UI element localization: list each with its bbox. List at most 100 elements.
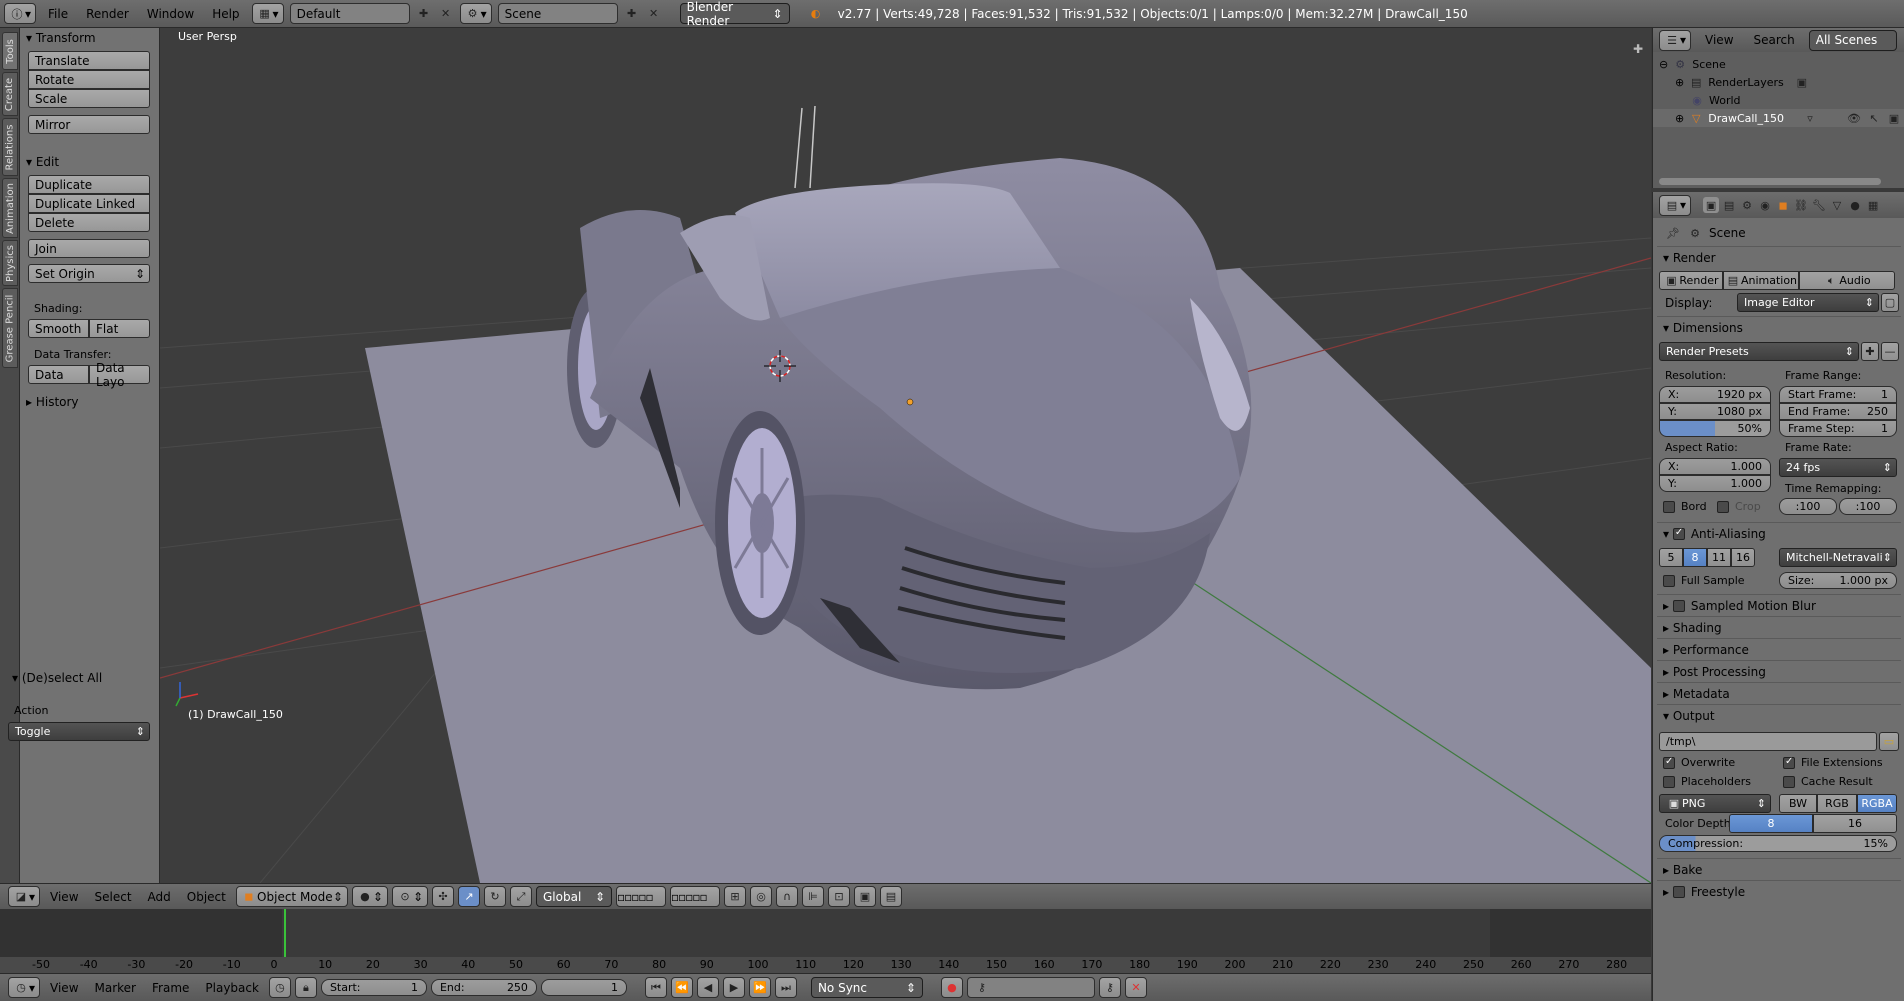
compression-slider[interactable]: Compression: 15% <box>1659 835 1897 852</box>
snap-element-select[interactable]: ⊫ <box>802 886 824 907</box>
add-scene-icon[interactable]: ✚ <box>624 6 640 22</box>
menu-marker[interactable]: Marker <box>89 981 142 995</box>
aa-samples-8[interactable]: 8 <box>1683 548 1707 567</box>
translate-manipulator-button[interactable]: ↗ <box>458 886 480 907</box>
outliner-item-drawcall[interactable]: ⊕ ▽ DrawCall_150 ▿ 👁︎ ↖ ▣ <box>1653 109 1904 127</box>
world-tab-icon[interactable]: ◉ <box>1757 197 1773 213</box>
output-path-field[interactable]: /tmp\ <box>1659 732 1877 751</box>
lock-frame-range-toggle[interactable]: 🔒︎ <box>294 977 317 998</box>
remove-layout-icon[interactable]: ✕ <box>438 6 454 22</box>
mode-select[interactable]: ◼ Object Mode ⇕ <box>235 886 348 907</box>
material-tab-icon[interactable]: ● <box>1847 197 1863 213</box>
panel-header-output[interactable]: ▾ Output <box>1657 704 1901 726</box>
full-sample-checkbox[interactable]: Full Sample <box>1663 574 1745 587</box>
texture-tab-icon[interactable]: ▦ <box>1865 197 1881 213</box>
layers-row-2[interactable]: ▫▫▫▫▫ <box>670 886 720 907</box>
current-frame-field[interactable]: 1 <box>540 979 627 996</box>
duplicate-linked-button[interactable]: Duplicate Linked <box>28 194 150 213</box>
auto-keying-toggle[interactable]: ● <box>940 977 963 998</box>
mirror-button[interactable]: Mirror <box>28 115 150 134</box>
timeline-editor-type-button[interactable]: ◷ ▾ <box>8 977 41 998</box>
sync-mode-select[interactable]: No Sync ⇕ <box>810 977 923 998</box>
translate-button[interactable]: Translate <box>28 51 150 70</box>
checkbox-icon[interactable] <box>1672 599 1685 612</box>
add-layout-icon[interactable]: ✚ <box>416 6 432 22</box>
menu-window[interactable]: Window <box>141 7 200 21</box>
aa-samples-5[interactable]: 5 <box>1659 548 1683 567</box>
rotate-manipulator-button[interactable]: ↻ <box>484 886 506 907</box>
panel-header-anti-aliasing[interactable]: ▾ Anti-Aliasing <box>1657 522 1901 544</box>
menu-add[interactable]: Add <box>142 890 177 904</box>
scene-tab-icon[interactable]: ⚙ <box>1739 197 1755 213</box>
menu-file[interactable]: File <box>42 7 74 21</box>
aa-size-field[interactable]: Size: 1.000 px <box>1779 572 1897 589</box>
delete-keyframe-button[interactable]: ✕ <box>1124 977 1147 998</box>
placeholders-checkbox[interactable]: Placeholders <box>1663 775 1751 788</box>
menu-view[interactable]: View <box>1699 33 1739 47</box>
layer-lock-button[interactable]: ⊞ <box>724 886 746 907</box>
tab-create[interactable]: Create <box>2 72 18 116</box>
duplicate-button[interactable]: Duplicate <box>28 175 150 194</box>
join-button[interactable]: Join <box>28 239 150 258</box>
keying-set-field[interactable]: ⚷ <box>966 977 1095 998</box>
frame-rate-select[interactable]: 24 fps ⇕ <box>1779 458 1897 477</box>
set-origin-button[interactable]: Set Origin ⇕ <box>28 264 150 283</box>
render-window-button[interactable]: ▢ <box>1881 293 1899 312</box>
tab-animation[interactable]: Animation <box>2 178 18 238</box>
menu-playback[interactable]: Playback <box>199 981 265 995</box>
menu-object[interactable]: Object <box>181 890 232 904</box>
aa-filter-select[interactable]: Mitchell-Netravali ⇕ <box>1779 548 1897 567</box>
animation-button[interactable]: ▤ Animation <box>1723 271 1799 290</box>
tab-grease-pencil[interactable]: Grease Pencil <box>2 288 18 368</box>
end-frame-field[interactable]: End Frame: 250 <box>1779 403 1897 420</box>
scene-selector-button[interactable]: ⚙ ▾ <box>459 3 492 24</box>
panel-header-post-processing[interactable]: ▸ Post Processing <box>1657 660 1901 682</box>
render-opengl-button[interactable]: ▣ <box>854 886 876 907</box>
resolution-y-field[interactable]: Y: 1080 px <box>1659 403 1771 420</box>
layers-row-1[interactable]: ▫▫▫▫▫ <box>616 886 666 907</box>
aa-samples-11[interactable]: 11 <box>1707 548 1731 567</box>
snap-toggle-button[interactable]: ∩ <box>776 886 798 907</box>
audio-button[interactable]: 🔈︎ Audio <box>1799 271 1895 290</box>
layout-name-field[interactable]: Default <box>289 3 410 24</box>
jump-start-button[interactable]: ⏮ <box>644 977 667 998</box>
jump-end-button[interactable]: ⏭ <box>774 977 797 998</box>
proportional-edit-button[interactable]: ◎ <box>750 886 772 907</box>
checkbox-icon[interactable] <box>1672 885 1685 898</box>
checkbox-icon[interactable] <box>1672 527 1685 540</box>
selectability-cursor-icon[interactable]: ↖ <box>1866 110 1882 126</box>
frame-step-field[interactable]: Frame Step: 1 <box>1779 420 1897 437</box>
panel-header-sampled-motion-blur[interactable]: ▸ Sampled Motion Blur <box>1657 594 1901 616</box>
panel-header-performance[interactable]: ▸ Performance <box>1657 638 1901 660</box>
color-depth-8[interactable]: 8 <box>1729 814 1813 833</box>
tab-physics[interactable]: Physics <box>2 240 18 286</box>
tab-tools[interactable]: Tools <box>2 32 18 70</box>
insert-keyframe-button[interactable]: ⚷ <box>1098 977 1121 998</box>
crop-checkbox[interactable]: Crop <box>1717 500 1761 513</box>
display-select[interactable]: Image Editor ⇕ <box>1737 293 1879 312</box>
outliner-item-renderlayers[interactable]: ⊕ ▤ RenderLayers ▣ <box>1675 74 1810 90</box>
pin-icon[interactable]: 📌︎ <box>1665 225 1681 241</box>
flat-button[interactable]: Flat <box>89 319 150 338</box>
layout-selector-button[interactable]: ▦ ▾ <box>251 3 284 24</box>
panel-header-edit[interactable]: ▾ Edit <box>26 155 59 169</box>
data-transfer-button[interactable]: Data <box>28 365 89 384</box>
cache-result-checkbox[interactable]: Cache Result <box>1783 775 1873 788</box>
jump-keyframe-forward-button[interactable]: ⏩ <box>748 977 771 998</box>
menu-view[interactable]: View <box>44 890 84 904</box>
preview-range-toggle[interactable]: ◷ <box>268 977 291 998</box>
color-mode-bw[interactable]: BW <box>1779 794 1817 813</box>
play-button[interactable]: ▶ <box>722 977 745 998</box>
render-presets-select[interactable]: Render Presets ⇕ <box>1659 342 1859 361</box>
menu-search[interactable]: Search <box>1748 33 1801 47</box>
viewport-editor-type-button[interactable]: ◪ ▾ <box>8 886 41 907</box>
time-remap-new-field[interactable]: :100 <box>1839 498 1897 515</box>
panel-header-dimensions[interactable]: ▾ Dimensions <box>1657 316 1901 338</box>
delete-button[interactable]: Delete <box>28 213 150 232</box>
constraints-tab-icon[interactable]: ⛓ <box>1793 197 1809 213</box>
render-engine-select[interactable]: Blender Render ⇕ <box>679 0 790 28</box>
smooth-button[interactable]: Smooth <box>28 319 89 338</box>
viewport-properties-toggle-icon[interactable]: ✚ <box>1633 42 1643 56</box>
3d-viewport[interactable]: User Persp (1) DrawCall_150 ✚ <box>160 28 1651 883</box>
color-mode-rgb[interactable]: RGB <box>1817 794 1857 813</box>
